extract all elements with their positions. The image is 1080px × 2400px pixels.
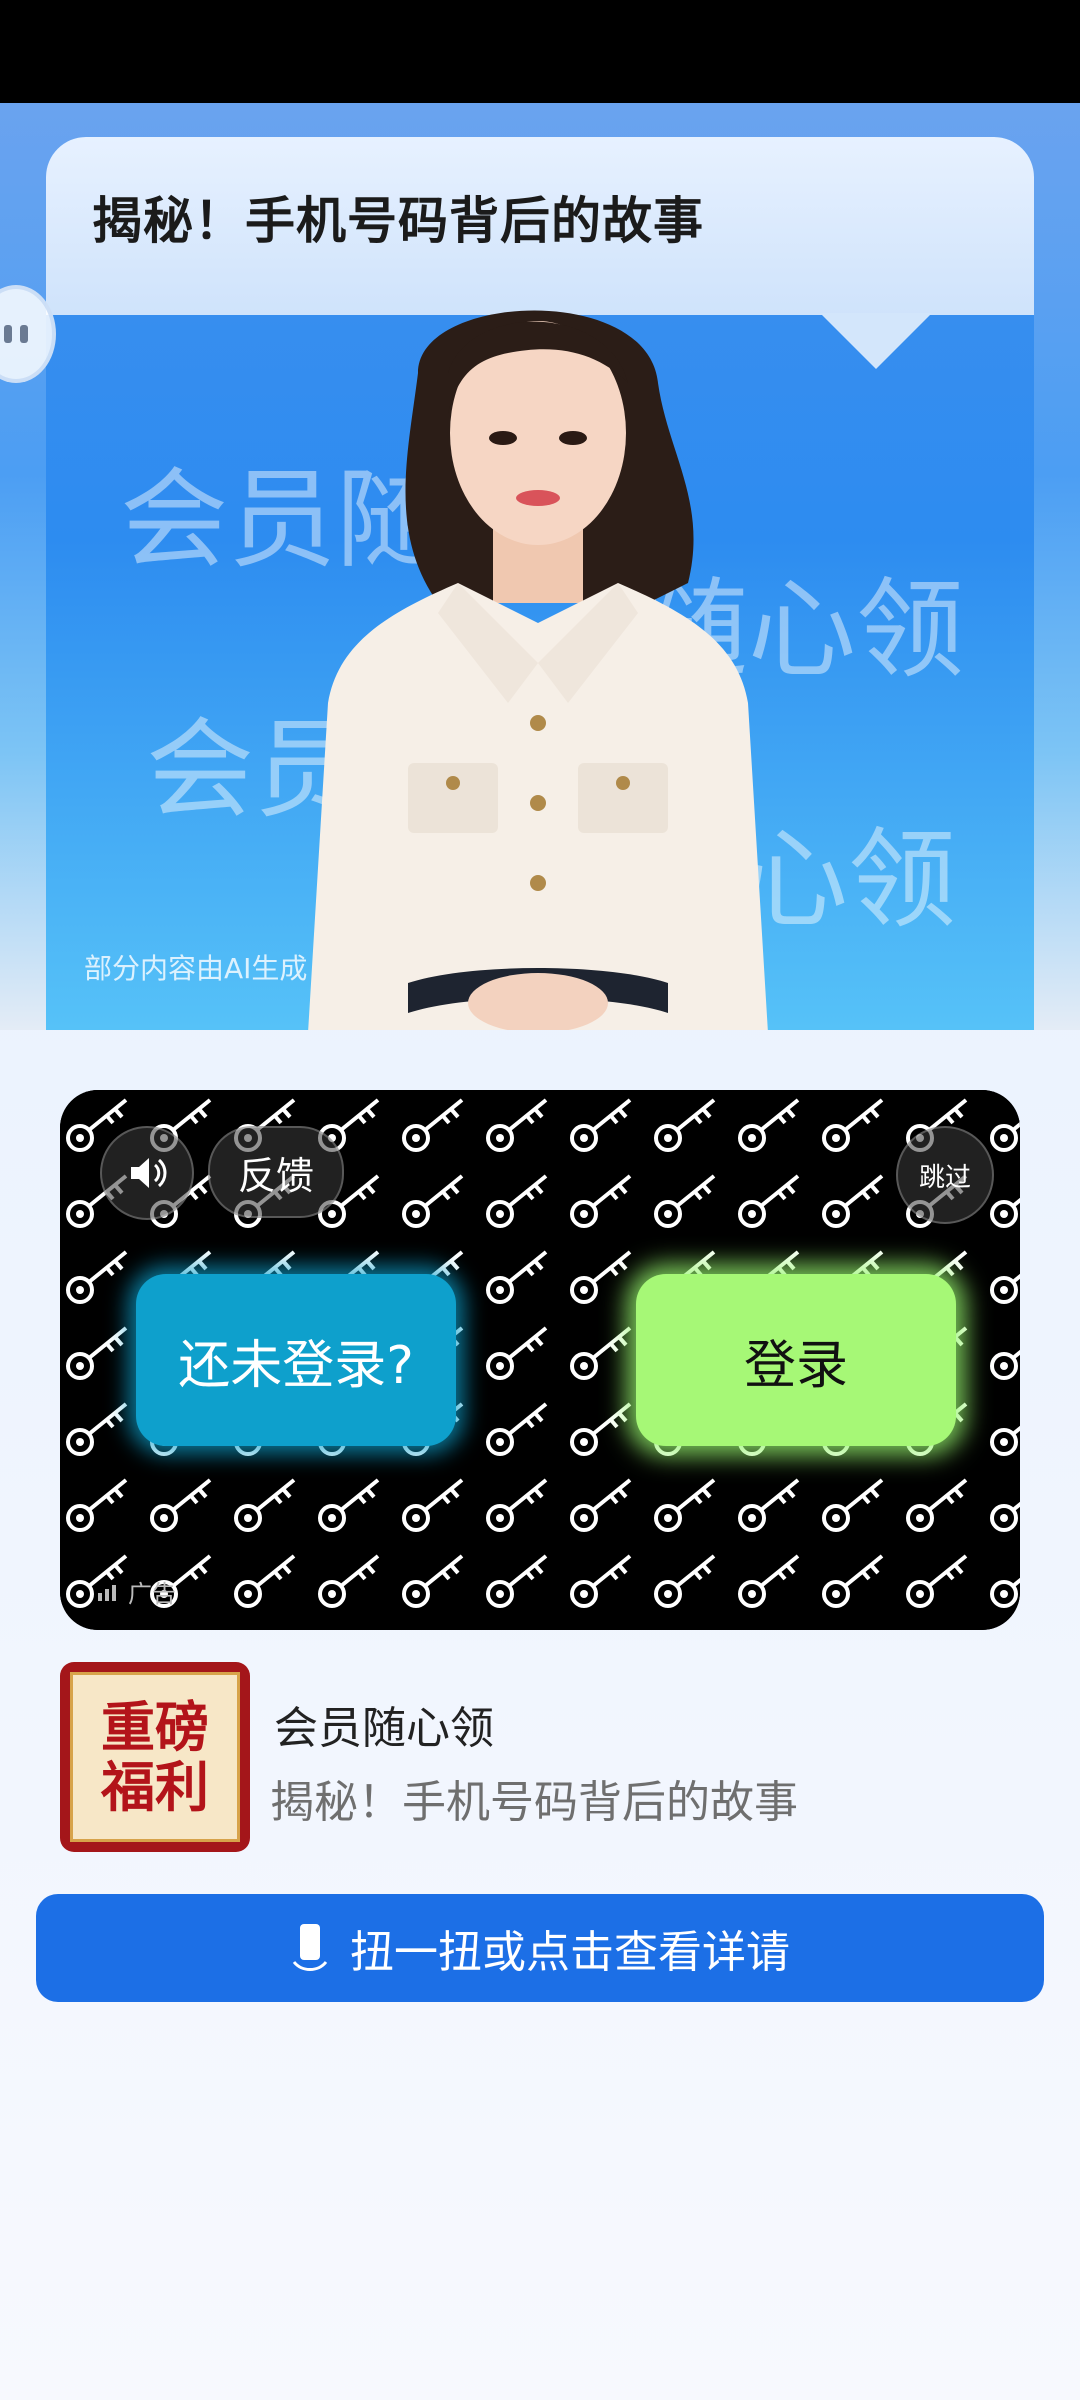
- video-title: 揭秘！手机号码背后的故事: [92, 192, 704, 250]
- app-icon-text-line2: 福利: [101, 1755, 209, 1819]
- skip-button[interactable]: 跳过: [896, 1126, 994, 1224]
- app-info-row[interactable]: 重磅 福利 会员随心领 揭秘！手机号码背后的故事: [60, 1662, 1020, 1852]
- app-description: 揭秘！手机号码背后的故事: [270, 1777, 798, 1828]
- not-logged-in-label: 还未登录?: [178, 1335, 414, 1396]
- feedback-label: 反馈: [238, 1153, 315, 1198]
- skip-label: 跳过: [918, 1162, 971, 1193]
- feedback-button[interactable]: 反馈: [208, 1126, 345, 1218]
- not-logged-in-button[interactable]: 还未登录?: [136, 1274, 456, 1446]
- speaker-icon: [131, 1158, 167, 1188]
- app-icon-text-line1: 重磅: [101, 1695, 209, 1759]
- view-details-button[interactable]: 扭一扭或点击查看详请: [36, 1894, 1044, 2002]
- sound-toggle-button[interactable]: [100, 1126, 194, 1220]
- video-player[interactable]: 会员随心 随心领 会员 心领 揭秘！手机号码背后的故事 部分内容由AI生成: [0, 103, 1080, 1030]
- ad-tag: 广告: [96, 1574, 176, 1609]
- presenter-image: [308, 310, 768, 1030]
- app-icon[interactable]: 重磅 福利: [60, 1662, 250, 1852]
- view-details-label: 扭一扭或点击查看详请: [350, 1927, 790, 1978]
- app-name: 会员随心领: [274, 1703, 494, 1754]
- login-label: 登录: [743, 1335, 848, 1396]
- ai-generated-note: 部分内容由AI生成: [84, 952, 308, 985]
- title-card-pointer: [820, 313, 932, 369]
- ad-tag-label: 广告: [128, 1580, 176, 1608]
- ad-signal-icon: [98, 1584, 116, 1601]
- status-bar: [0, 0, 1080, 103]
- login-button[interactable]: 登录: [636, 1274, 956, 1446]
- ad-card[interactable]: 反馈 跳过 还未登录? 登录 广告: [60, 1090, 1020, 1630]
- phone-shake-icon: [290, 1922, 330, 1974]
